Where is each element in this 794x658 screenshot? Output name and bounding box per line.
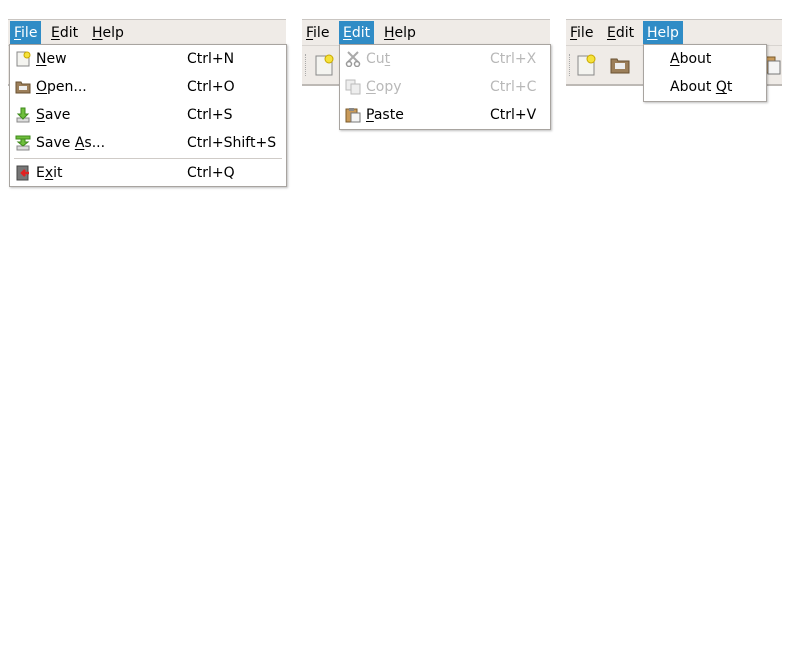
menu-help[interactable]: Help (380, 21, 420, 45)
shortcut: Ctrl+Shift+S (187, 135, 277, 151)
shortcut: Ctrl+Q (187, 165, 235, 181)
menu-file[interactable]: File (302, 21, 333, 45)
menu-item-about-qt[interactable]: About Qt (644, 73, 766, 101)
menu-item-open[interactable]: Open... Ctrl+O (10, 73, 286, 101)
menu-item-about[interactable]: About (644, 45, 766, 73)
open-folder-icon[interactable] (610, 54, 630, 76)
toolbar-grip[interactable] (569, 54, 572, 76)
shortcut: Ctrl+V (490, 107, 537, 123)
menubar: File Edit Help (8, 20, 286, 46)
menu-item-save-as[interactable]: Save As... Ctrl+Shift+S (10, 129, 286, 157)
shortcut: Ctrl+X (490, 51, 537, 67)
menu-item-new[interactable]: New Ctrl+N (10, 45, 286, 73)
menubar: File Edit Help (566, 20, 782, 46)
menubar: File Edit Help (302, 20, 550, 46)
menu-edit[interactable]: Edit (339, 21, 375, 45)
new-file-icon[interactable] (576, 54, 596, 76)
open-folder-icon (15, 81, 31, 94)
shortcut: Ctrl+C (490, 79, 537, 95)
menu-item-save[interactable]: Save Ctrl+S (10, 101, 286, 129)
menu-edit[interactable]: Edit (47, 21, 82, 45)
new-file-icon[interactable] (314, 54, 334, 76)
menu-file[interactable]: File (566, 21, 597, 45)
menu-help[interactable]: Help (643, 21, 683, 45)
paste-icon (345, 108, 361, 123)
copy-icon (345, 79, 361, 95)
edit-dropdown: Cut Ctrl+X Copy Ctrl+C Paste Ctrl+V (339, 44, 551, 130)
file-dropdown: New Ctrl+N Open... Ctrl+O Save Ctrl+S Sa… (9, 44, 287, 187)
menu-item-cut[interactable]: Cut Ctrl+X (340, 45, 550, 73)
save-icon (16, 107, 30, 123)
toolbar-grip[interactable] (305, 54, 308, 76)
new-file-icon (16, 51, 31, 67)
menu-item-paste[interactable]: Paste Ctrl+V (340, 101, 550, 129)
menu-help[interactable]: Help (88, 21, 128, 45)
menu-item-exit[interactable]: Exit Ctrl+Q (10, 159, 286, 187)
save-as-icon (15, 135, 31, 151)
help-dropdown: About About Qt (643, 44, 767, 102)
shortcut: Ctrl+N (187, 51, 235, 67)
exit-icon (16, 165, 29, 181)
cut-icon (345, 51, 361, 67)
menu-edit[interactable]: Edit (603, 21, 638, 45)
menu-item-copy[interactable]: Copy Ctrl+C (340, 73, 550, 101)
menu-file[interactable]: File (10, 21, 42, 45)
shortcut: Ctrl+S (187, 107, 233, 123)
shortcut: Ctrl+O (187, 79, 235, 95)
